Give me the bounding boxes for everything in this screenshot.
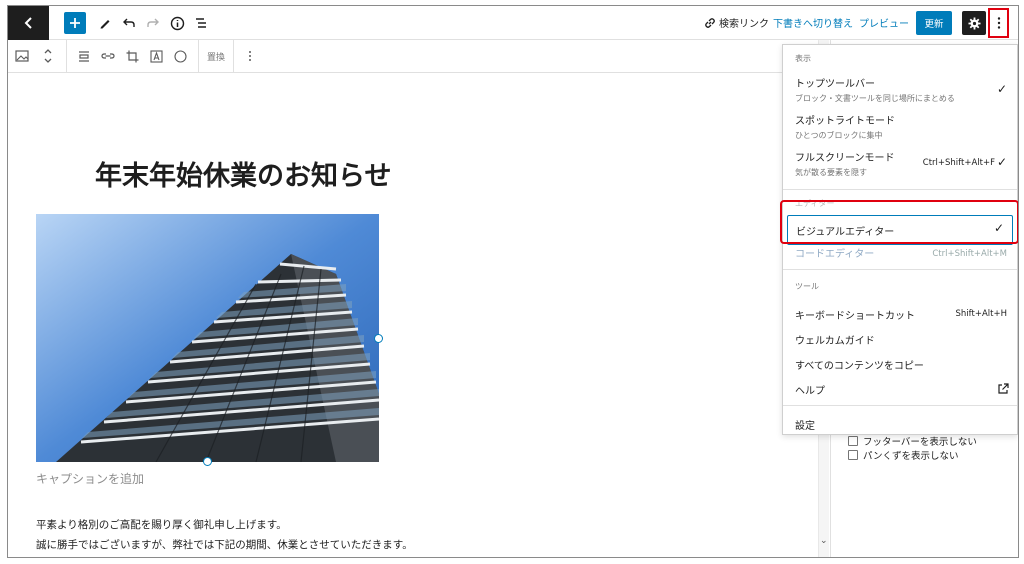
replace-button[interactable]: 置換 — [207, 50, 225, 63]
crop-icon — [126, 50, 138, 62]
menu-item-welcome-guide[interactable]: ウェルカムガイド — [795, 332, 1009, 347]
search-link-label: 検索リンク — [719, 19, 769, 30]
caption-input[interactable]: キャプションを追加 — [36, 470, 144, 487]
menu-item-label: ヘルプ — [795, 386, 825, 397]
menu-item-label: 設定 — [795, 421, 815, 432]
menu-item-label: スポットライトモード — [795, 116, 895, 127]
pencil-icon — [100, 20, 110, 29]
undo-button[interactable] — [118, 12, 140, 34]
toolbar-divider — [233, 40, 234, 73]
chevron-up-down-icon — [44, 49, 52, 63]
resize-handle-bottom[interactable] — [203, 457, 212, 466]
hide-footer-option[interactable]: フッターバーを表示しない — [848, 434, 977, 448]
building-photo — [36, 214, 379, 462]
link-icon — [101, 53, 115, 59]
align-icon — [79, 51, 89, 62]
menu-item-preferences[interactable]: 設定 — [795, 417, 1009, 432]
preview-link[interactable]: プレビュー — [859, 15, 909, 30]
settings-button[interactable] — [962, 11, 986, 35]
gear-icon — [968, 17, 980, 29]
chevron-left-icon — [24, 17, 32, 29]
menu-item-description: 気が散る要素を隠す — [795, 168, 867, 177]
align-button[interactable] — [74, 46, 94, 66]
move-block-button[interactable] — [38, 46, 58, 66]
list-view-icon — [196, 18, 206, 28]
more-vertical-icon — [997, 17, 1000, 29]
redo-icon — [147, 18, 159, 27]
menu-separator — [783, 189, 1017, 190]
link-icon — [705, 17, 715, 28]
list-view-button[interactable] — [190, 12, 212, 34]
menu-item-label: トップツールバー — [795, 79, 875, 90]
crop-button[interactable] — [122, 46, 142, 66]
highlight-annotation — [780, 200, 1018, 244]
add-block-button[interactable] — [64, 12, 86, 34]
hide-breadcrumb-label: パンくずを表示しない — [863, 451, 959, 462]
hide-footer-label: フッターバーを表示しない — [863, 437, 977, 448]
hide-breadcrumb-option[interactable]: パンくずを表示しない — [848, 448, 958, 462]
resize-handle-right[interactable] — [374, 334, 383, 343]
duotone-button[interactable] — [170, 46, 190, 66]
menu-item-top-toolbar[interactable]: トップツールバー ブロック・文書ツールを同じ場所にまとめる — [795, 75, 1009, 104]
toolbar-divider — [198, 40, 199, 73]
redo-button[interactable] — [142, 12, 164, 34]
image-block-button[interactable] — [12, 46, 32, 66]
undo-icon — [123, 18, 135, 27]
block-options-button[interactable] — [240, 46, 260, 66]
paragraph-1[interactable]: 平素より格別のご高配を賜り厚く御礼申し上げます。 — [36, 517, 287, 532]
menu-item-label: すべてのコンテンツをコピー — [795, 361, 924, 372]
fullscreen-shortcut: Ctrl+Shift+Alt+F — [922, 158, 995, 168]
top-toolbar: 検索リンク 下書きへ切り替え プレビュー 更新 — [8, 6, 1018, 40]
code-editor-shortcut: Ctrl+Shift+Alt+M — [932, 249, 1007, 259]
checkbox[interactable] — [848, 436, 858, 446]
plus-icon — [70, 18, 80, 28]
insert-link-button[interactable] — [98, 46, 118, 66]
image-icon — [15, 50, 29, 62]
post-title[interactable]: 年末年始休業のお知らせ — [95, 154, 391, 193]
circle-icon — [173, 49, 187, 63]
more-vertical-icon — [249, 51, 251, 61]
text-overlay-button[interactable] — [146, 46, 166, 66]
block-toolbar: 置換 — [8, 40, 784, 73]
building-image[interactable] — [36, 214, 379, 462]
menu-item-label: ウェルカムガイド — [795, 336, 875, 347]
paragraph-2[interactable]: 誠に勝手ではございますが、弊社では下記の期間、休業とさせていただきます。 — [36, 537, 413, 552]
info-icon — [170, 16, 184, 30]
check-icon: ✓ — [997, 82, 1008, 96]
update-button[interactable]: 更新 — [916, 11, 952, 35]
switch-to-draft-link[interactable]: 下書きへ切り替え — [773, 15, 853, 30]
options-menu-button[interactable] — [988, 8, 1009, 38]
details-button[interactable] — [166, 12, 188, 34]
keyboard-shortcuts-shortcut: Shift+Alt+H — [955, 309, 1007, 319]
scroll-down-arrow-icon[interactable]: ⌄ — [820, 536, 828, 546]
menu-separator — [783, 269, 1017, 270]
edit-tool-button[interactable] — [94, 12, 116, 34]
menu-item-help[interactable]: ヘルプ — [795, 382, 1009, 397]
menu-item-description: ひとつのブロックに集中 — [795, 131, 883, 140]
external-link-icon — [997, 380, 1009, 399]
menu-item-spotlight[interactable]: スポットライトモード ひとつのブロックに集中 — [795, 112, 1009, 141]
menu-item-copy-all[interactable]: すべてのコンテンツをコピー — [795, 357, 1009, 372]
check-icon: ✓ — [997, 155, 1008, 169]
editor-window: 検索リンク 下書きへ切り替え プレビュー 更新 置換 年末年始休業のお知らせ キ… — [7, 5, 1019, 558]
search-link[interactable]: 検索リンク — [704, 15, 769, 30]
menu-heading-view: 表示 — [795, 54, 811, 63]
back-button[interactable] — [8, 6, 49, 40]
menu-item-description: ブロック・文書ツールを同じ場所にまとめる — [795, 94, 955, 103]
toolbar-divider — [66, 40, 67, 73]
checkbox[interactable] — [848, 450, 858, 460]
text-overlay-icon — [149, 49, 163, 63]
menu-heading-tools: ツール — [795, 282, 819, 291]
menu-separator — [783, 405, 1017, 406]
